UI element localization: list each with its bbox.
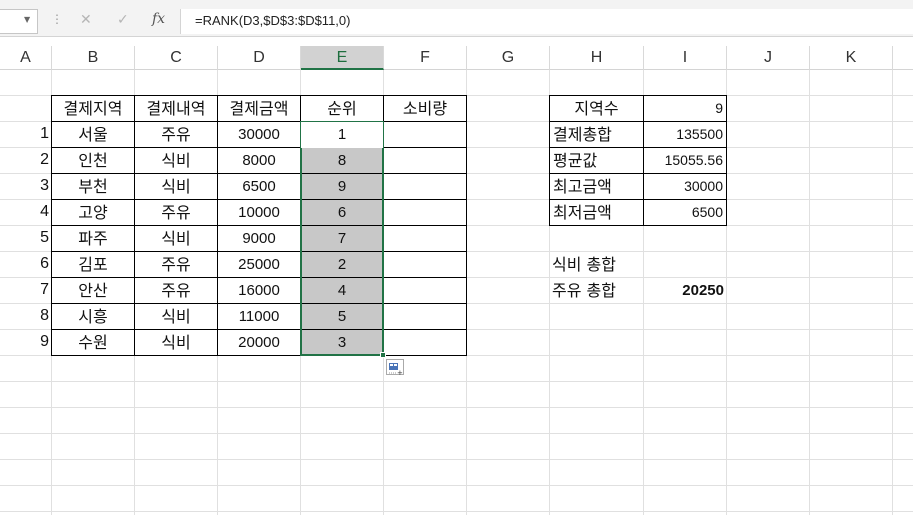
row-number: 7 — [40, 281, 49, 298]
usage-cell[interactable] — [383, 303, 467, 330]
type-cell[interactable]: 식비 — [134, 329, 218, 356]
type-cell[interactable]: 주유 — [134, 277, 218, 304]
column-header-f[interactable]: F — [384, 46, 467, 70]
usage-cell[interactable] — [383, 199, 467, 226]
food-total-label[interactable]: 식비 총합 — [549, 252, 643, 278]
summary-value[interactable]: 135500 — [643, 121, 727, 148]
type-cell[interactable]: 식비 — [134, 225, 218, 252]
amount-cell[interactable]: 16000 — [217, 277, 301, 304]
amount-cell[interactable]: 11000 — [217, 303, 301, 330]
header-cell-rank[interactable]: 순위 — [300, 95, 384, 122]
column-header-j[interactable]: J — [727, 46, 810, 70]
selection-range — [300, 121, 384, 356]
header-cell-amount[interactable]: 결제금액 — [217, 95, 301, 122]
region-cell[interactable]: 부천 — [51, 173, 135, 200]
column-header-d[interactable]: D — [218, 46, 301, 70]
row-number: 6 — [40, 255, 49, 272]
cancel-icon[interactable]: ✕ — [80, 12, 92, 28]
type-cell[interactable]: 식비 — [134, 173, 218, 200]
usage-cell[interactable] — [383, 173, 467, 200]
more-options-icon[interactable]: ⋮ — [51, 12, 63, 26]
summary-label[interactable]: 결제총합 — [549, 121, 644, 148]
region-cell[interactable]: 김포 — [51, 251, 135, 278]
amount-cell[interactable]: 25000 — [217, 251, 301, 278]
region-cell[interactable]: 인천 — [51, 147, 135, 174]
type-cell[interactable]: 주유 — [134, 251, 218, 278]
region-cell[interactable]: 고양 — [51, 199, 135, 226]
amount-cell[interactable]: 10000 — [217, 199, 301, 226]
svg-text:+: + — [397, 369, 403, 375]
summary-label[interactable]: 평균값 — [549, 147, 644, 174]
summary-label[interactable]: 최고금액 — [549, 173, 644, 200]
amount-cell[interactable]: 8000 — [217, 147, 301, 174]
column-header-a[interactable]: A — [0, 46, 52, 70]
formula-input[interactable]: =RANK(D3,$D$3:$D$11,0) — [180, 9, 913, 34]
summary-label[interactable]: 최저금액 — [549, 199, 644, 226]
fuel-total-value[interactable]: 20250 — [643, 278, 727, 304]
header-cell-usage[interactable]: 소비량 — [383, 95, 467, 122]
usage-cell[interactable] — [383, 225, 467, 252]
column-header-k[interactable]: K — [810, 46, 893, 70]
header-cell-type[interactable]: 결제내역 — [134, 95, 218, 122]
insert-function-icon[interactable]: fx — [152, 11, 165, 27]
row-number: 3 — [40, 177, 49, 194]
region-cell[interactable]: 시흥 — [51, 303, 135, 330]
summary-value[interactable]: 30000 — [643, 173, 727, 200]
column-header-h[interactable]: H — [550, 46, 644, 70]
region-cell[interactable]: 안산 — [51, 277, 135, 304]
column-header-i[interactable]: I — [644, 46, 727, 70]
column-headers: A B C D E F G H I J K — [0, 46, 913, 70]
row-number: 5 — [40, 229, 49, 246]
amount-cell[interactable]: 6500 — [217, 173, 301, 200]
quick-analysis-icon[interactable]: + — [386, 359, 404, 377]
amount-cell[interactable]: 20000 — [217, 329, 301, 356]
name-box[interactable] — [0, 9, 38, 34]
region-cell[interactable]: 파주 — [51, 225, 135, 252]
summary-value[interactable]: 6500 — [643, 199, 727, 226]
amount-cell[interactable]: 9000 — [217, 225, 301, 252]
summary-value[interactable]: 15055.56 — [643, 147, 727, 174]
usage-cell[interactable] — [383, 329, 467, 356]
type-cell[interactable]: 식비 — [134, 303, 218, 330]
active-cell-value: 1 — [337, 126, 347, 143]
usage-cell[interactable] — [383, 121, 467, 148]
usage-cell[interactable] — [383, 251, 467, 278]
name-box-dropdown-icon[interactable]: ▼ — [24, 15, 30, 24]
enter-icon[interactable]: ✓ — [117, 12, 129, 28]
header-cell-region[interactable]: 결제지역 — [51, 95, 135, 122]
amount-cell[interactable]: 30000 — [217, 121, 301, 148]
row-number: 4 — [40, 203, 49, 220]
column-header-e[interactable]: E — [301, 46, 384, 70]
row-number: 1 — [40, 125, 49, 142]
fuel-total-label[interactable]: 주유 총합 — [549, 278, 643, 304]
type-cell[interactable]: 주유 — [134, 199, 218, 226]
row-number: 9 — [40, 333, 49, 350]
summary-label[interactable]: 지역수 — [549, 95, 644, 122]
column-header-b[interactable]: B — [52, 46, 135, 70]
usage-cell[interactable] — [383, 147, 467, 174]
type-cell[interactable]: 식비 — [134, 147, 218, 174]
summary-value[interactable]: 9 — [643, 95, 727, 122]
row-number: 8 — [40, 307, 49, 324]
column-header-g[interactable]: G — [467, 46, 550, 70]
fill-handle[interactable] — [380, 352, 386, 358]
column-header-c[interactable]: C — [135, 46, 218, 70]
row-number: 2 — [40, 151, 49, 168]
region-cell[interactable]: 서울 — [51, 121, 135, 148]
type-cell[interactable]: 주유 — [134, 121, 218, 148]
food-total-value[interactable] — [643, 252, 727, 278]
usage-cell[interactable] — [383, 277, 467, 304]
region-cell[interactable]: 수원 — [51, 329, 135, 356]
